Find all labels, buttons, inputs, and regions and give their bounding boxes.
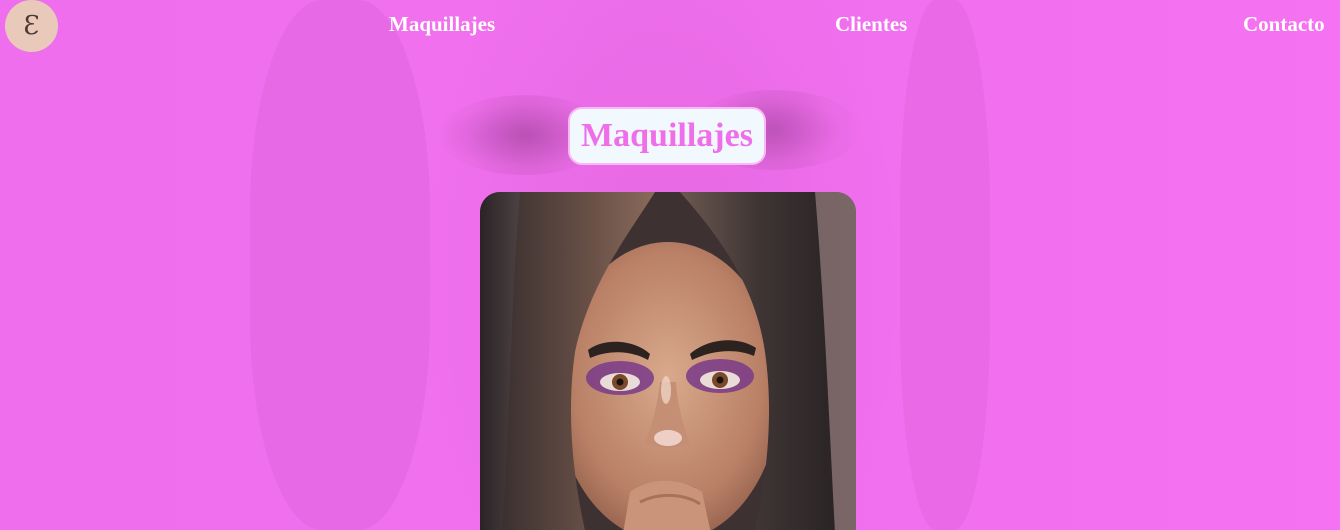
logo-monogram: Ɛ	[23, 11, 40, 41]
background-hair-right	[900, 0, 990, 530]
nav-link-maquillajes[interactable]: Maquillajes	[389, 12, 495, 37]
background-hair-left	[250, 0, 430, 530]
makeup-photo-illustration	[480, 192, 856, 530]
makeup-photo	[480, 192, 856, 530]
top-navigation: Ɛ Maquillajes Clientes Contacto	[0, 0, 1340, 52]
section-title-pill: Maquillajes	[568, 107, 766, 165]
logo-icon[interactable]: Ɛ	[5, 0, 58, 52]
section-title: Maquillajes	[581, 117, 753, 154]
nav-link-clientes[interactable]: Clientes	[835, 12, 907, 37]
nav-link-contacto[interactable]: Contacto	[1243, 12, 1325, 37]
